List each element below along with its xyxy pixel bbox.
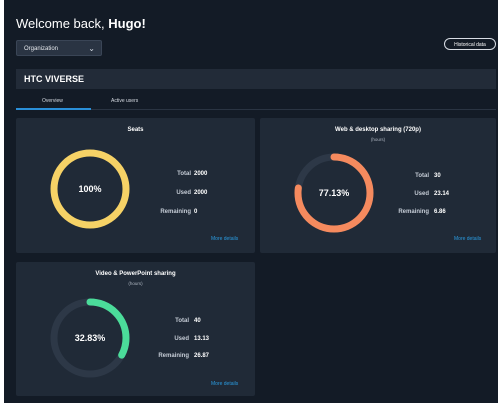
web-sharing-used-label: Used (414, 191, 429, 197)
tab-active-users[interactable]: Active users (111, 98, 138, 104)
active-tab-indicator (16, 108, 91, 110)
web-sharing-used-value: 23.14 (434, 191, 450, 197)
video-sharing-more-details-link[interactable]: More details (211, 381, 238, 387)
seats-remaining-label: Remaining (160, 209, 191, 215)
seats-card: Seats 100% Total 2000 Used 2000 Remainin… (16, 118, 255, 253)
video-sharing-card-subtitle: (hours) (128, 281, 143, 286)
video-sharing-donut: 32.83% (50, 298, 130, 378)
web-sharing-donut: 77.13% (294, 153, 374, 233)
web-sharing-card: Web & desktop sharing (720p) (hours) 77.… (260, 118, 496, 253)
web-sharing-card-subtitle: (hours) (370, 137, 386, 142)
video-sharing-percent-label: 32.83% (75, 333, 106, 343)
welcome-heading: Welcome back, Hugo! (16, 16, 146, 31)
seats-used-label: Used (176, 190, 191, 196)
organization-select[interactable]: Organization ⌄ (16, 40, 102, 56)
web-sharing-percent-label: 77.13% (319, 188, 350, 198)
seats-total-value: 2000 (194, 171, 208, 177)
web-sharing-remaining-label: Remaining (398, 209, 429, 215)
video-sharing-remaining-value: 26.87 (194, 353, 210, 359)
chevron-down-icon: ⌄ (88, 44, 95, 53)
web-sharing-card-title: Web & desktop sharing (720p) (335, 127, 421, 133)
video-sharing-used-label: Used (174, 336, 189, 342)
historical-data-button[interactable]: Historical data (444, 38, 496, 50)
video-sharing-remaining-label: Remaining (158, 353, 189, 359)
web-sharing-more-details-link[interactable]: More details (454, 236, 481, 242)
seats-total-label: Total (177, 171, 191, 177)
video-sharing-card: Video & PowerPoint sharing (hours) 32.83… (16, 262, 255, 396)
web-sharing-remaining-value: 6.86 (434, 209, 446, 215)
seats-card-title: Seats (127, 127, 144, 133)
tab-overview[interactable]: Overview (42, 98, 63, 104)
user-name: Hugo! (108, 16, 146, 31)
web-sharing-total-label: Total (415, 173, 429, 179)
video-sharing-total-label: Total (175, 318, 189, 324)
dashboard-frame: Welcome back, Hugo! Organization ⌄ Histo… (4, 0, 498, 403)
video-sharing-total-value: 40 (194, 318, 201, 324)
web-sharing-total-value: 30 (434, 173, 441, 179)
welcome-text: Welcome back, (16, 16, 109, 31)
seats-remaining-value: 0 (194, 209, 198, 215)
seats-donut: 100% (50, 149, 130, 229)
seats-more-details-link[interactable]: More details (211, 236, 238, 242)
organization-title: HTC VIVERSE (16, 69, 496, 89)
video-sharing-card-title: Video & PowerPoint sharing (95, 271, 176, 277)
seats-percent-label: 100% (78, 184, 101, 194)
video-sharing-used-value: 13.13 (194, 336, 210, 342)
seats-used-value: 2000 (194, 190, 208, 196)
organization-select-label: Organization (24, 46, 59, 52)
